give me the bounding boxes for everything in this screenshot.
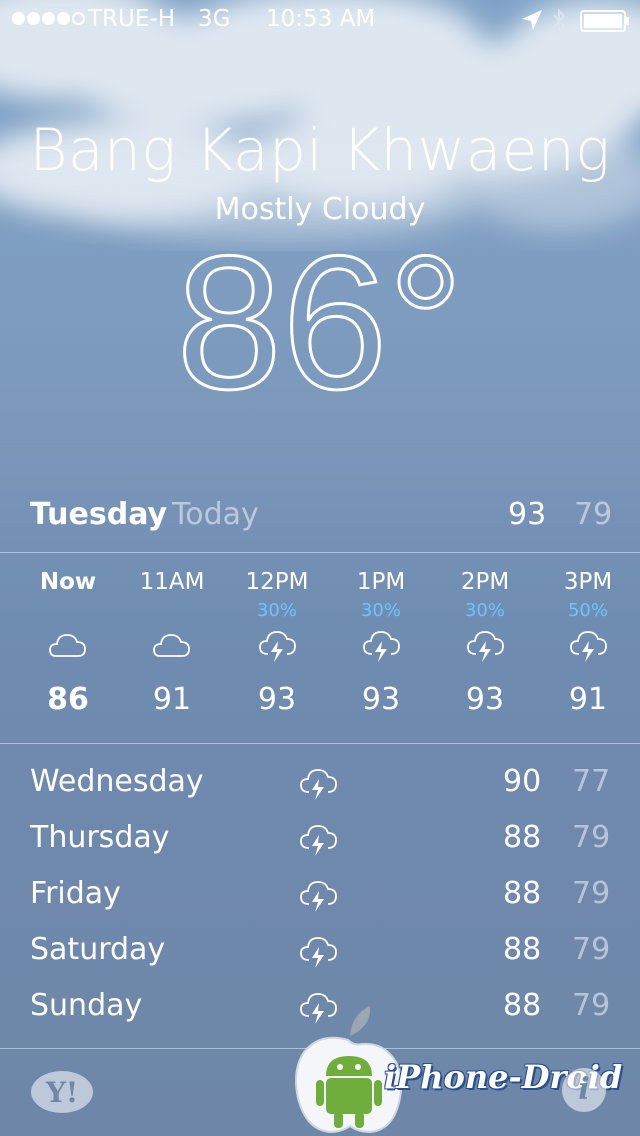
hourly-item: 12PM 30% 93 xyxy=(227,566,327,717)
daily-row-wednesday: Wednesday 90 77 xyxy=(0,756,640,812)
day-high: 88 xyxy=(503,820,542,855)
status-bar: TRUE-H 3G 10:53 AM xyxy=(0,0,640,40)
signal-strength-icon xyxy=(12,12,85,25)
today-summary: Tuesday Today 93 79 xyxy=(0,495,640,545)
thunderstorm-icon xyxy=(467,631,504,662)
hourly-item: Now 86 xyxy=(18,566,118,717)
hour-temperature: 91 xyxy=(568,682,608,717)
divider-middle xyxy=(0,743,640,744)
hour-time: 3PM xyxy=(563,569,613,595)
current-temperature: 86° xyxy=(175,228,465,408)
day-name: Thursday xyxy=(30,820,170,855)
hour-precip: 30% xyxy=(256,600,297,621)
daily-row-thursday: Thursday 88 79 xyxy=(0,812,640,868)
daily-row-friday: Friday 88 79 xyxy=(0,868,640,924)
hour-time: Now xyxy=(39,569,97,595)
current-temperature-text: 86° xyxy=(176,228,463,408)
carrier-name: TRUE-H xyxy=(88,6,175,32)
network-type: 3G xyxy=(198,6,231,32)
daily-forecast[interactable]: Wednesday 90 77 Thursday 88 79 Friday 88… xyxy=(0,756,640,1036)
day-name: Wednesday xyxy=(30,764,204,799)
thunderstorm-icon xyxy=(259,631,296,662)
day-low: 79 xyxy=(572,932,611,967)
city-name: Bang Kapi Khwaeng xyxy=(29,116,611,184)
hourly-item: 11AM 91 xyxy=(122,566,222,717)
thunderstorm-icon xyxy=(363,631,400,662)
hour-temperature: 93 xyxy=(465,682,505,717)
weather-condition: Mostly Cloudy xyxy=(214,192,426,227)
day-low: 79 xyxy=(572,820,611,855)
info-button[interactable]: i xyxy=(562,1068,606,1112)
day-high: 88 xyxy=(503,876,542,911)
thunderstorm-icon xyxy=(300,881,337,912)
hour-temperature: 93 xyxy=(361,682,401,717)
day-name: Sunday xyxy=(30,988,143,1023)
day-name: Friday xyxy=(30,876,121,911)
location-arrow-icon xyxy=(522,10,542,30)
daily-row-saturday: Saturday 88 79 xyxy=(0,924,640,980)
cloud-icon xyxy=(153,634,190,657)
hourly-item: 3PM 50% 91 xyxy=(538,566,638,717)
hour-time: 2PM xyxy=(460,569,510,595)
thunderstorm-icon xyxy=(300,769,337,800)
thunderstorm-icon xyxy=(300,825,337,856)
day-low: 77 xyxy=(572,764,611,799)
today-day-name: Tuesday xyxy=(30,497,168,532)
day-high: 88 xyxy=(503,932,542,967)
yahoo-logo-text: Y! xyxy=(45,1076,78,1109)
cloud-icon xyxy=(49,634,86,657)
hourly-forecast[interactable]: Now 86 11AM 91 12PM 30% 93 1PM 30% 93 2P… xyxy=(0,566,640,736)
hourly-item: 2PM 30% 93 xyxy=(435,566,535,717)
thunderstorm-icon xyxy=(570,631,607,662)
today-low: 79 xyxy=(574,497,613,532)
day-name: Saturday xyxy=(30,932,166,967)
hour-precip: 30% xyxy=(464,600,505,621)
thunderstorm-icon xyxy=(300,937,337,968)
today-high: 93 xyxy=(508,497,547,532)
hourly-item: 1PM 30% 93 xyxy=(331,566,431,717)
today-label: Today xyxy=(172,497,259,532)
hour-temperature: 86 xyxy=(47,682,89,717)
hour-precip xyxy=(18,598,118,624)
battery-icon xyxy=(580,10,629,32)
status-time: 10:53 AM xyxy=(266,6,376,32)
hour-precip: 50% xyxy=(567,600,608,621)
hour-time: 1PM xyxy=(356,569,406,595)
hour-time: 11AM xyxy=(139,569,205,595)
hour-time: 12PM xyxy=(245,569,309,595)
hour-temperature: 91 xyxy=(152,682,192,717)
day-high: 90 xyxy=(503,764,542,799)
hour-temperature: 93 xyxy=(257,682,297,717)
hour-precip: 30% xyxy=(360,600,401,621)
bluetooth-icon xyxy=(553,8,566,34)
divider-top xyxy=(0,552,640,553)
day-low: 79 xyxy=(572,876,611,911)
yahoo-logo[interactable]: Y! xyxy=(30,1064,110,1116)
hour-precip xyxy=(122,598,222,624)
